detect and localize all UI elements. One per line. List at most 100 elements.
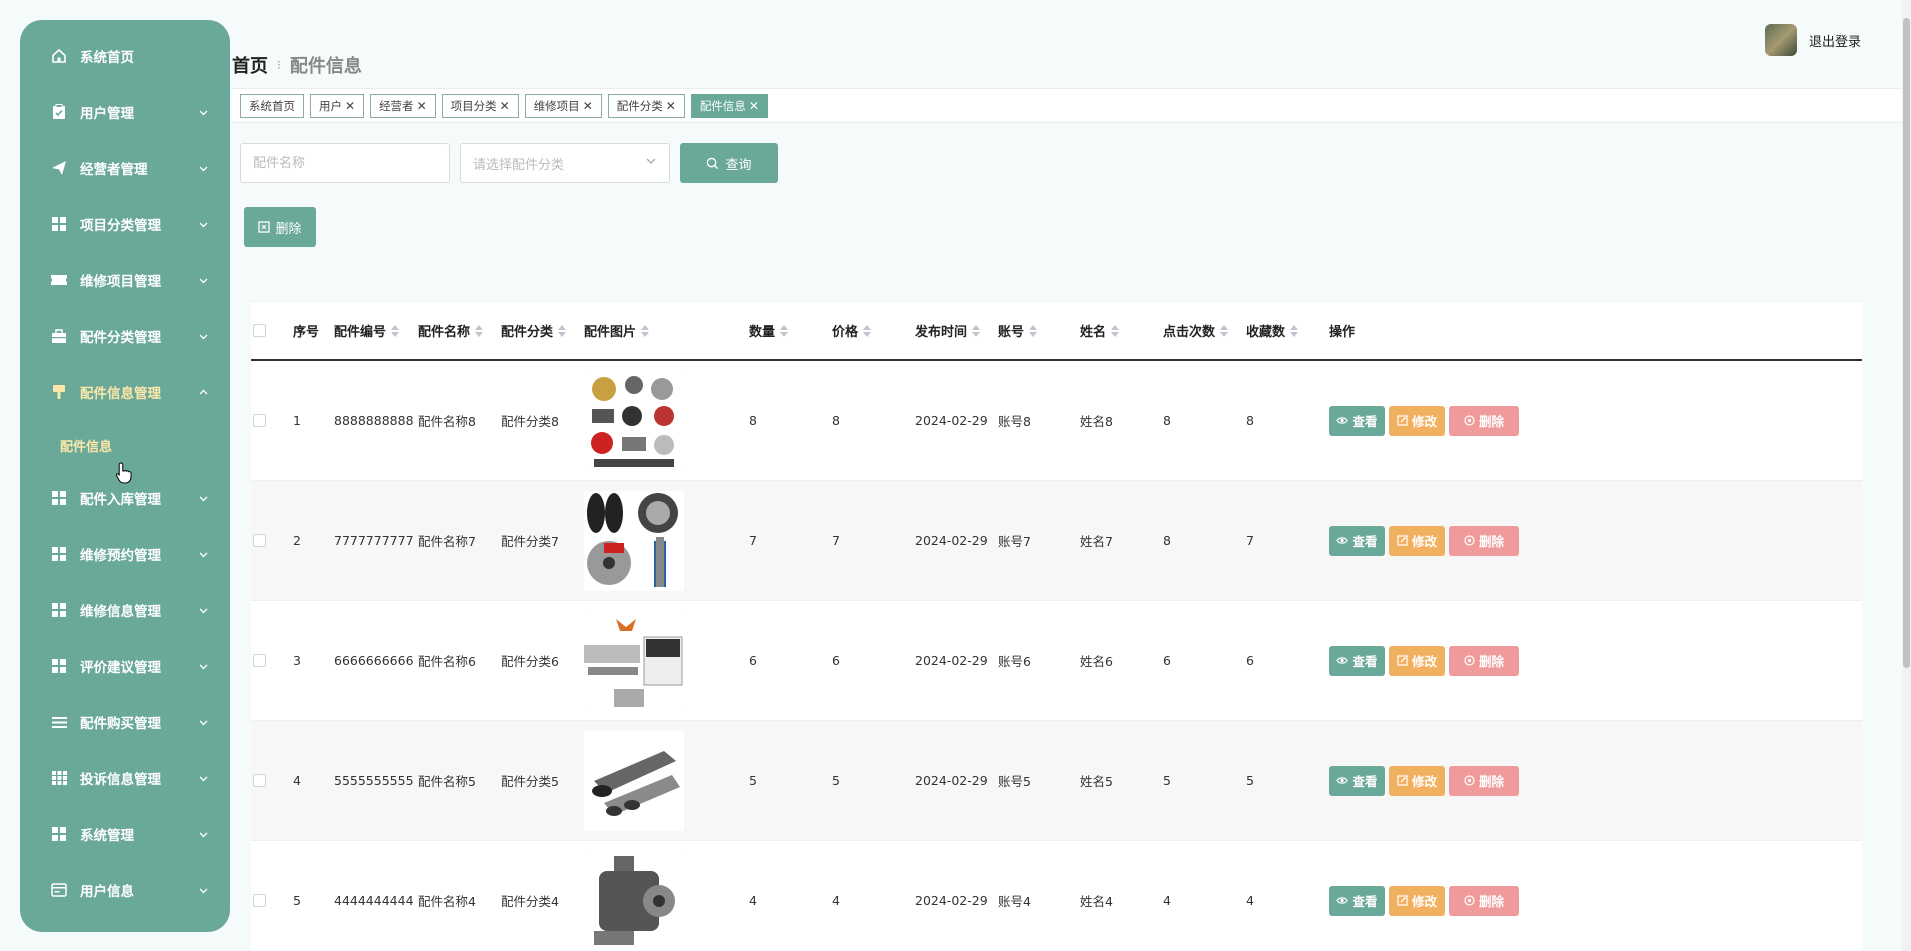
- close-icon[interactable]: ✕: [583, 99, 593, 113]
- sidebar-item-14[interactable]: 用户信息: [20, 862, 230, 918]
- edit-label: 修改: [1411, 894, 1437, 909]
- edit-button[interactable]: 修改: [1389, 525, 1445, 556]
- sidebar-item-10[interactable]: 评价建议管理: [20, 638, 230, 694]
- row-checkbox[interactable]: [253, 534, 266, 547]
- row-checkbox[interactable]: [253, 894, 266, 907]
- chevron-down-icon: [196, 491, 210, 505]
- column-header[interactable]: 数量: [749, 302, 789, 359]
- sort-icon[interactable]: [558, 324, 567, 337]
- close-icon[interactable]: ✕: [500, 99, 510, 113]
- close-icon[interactable]: ✕: [666, 99, 676, 113]
- column-header[interactable]: 配件图片: [584, 302, 650, 359]
- column-header-label: 数量: [749, 325, 776, 340]
- sidebar-item-5[interactable]: 配件分类管理: [20, 308, 230, 364]
- part-image[interactable]: [584, 370, 684, 471]
- column-header[interactable]: 配件编号: [334, 302, 400, 359]
- breadcrumb-home[interactable]: 首页: [232, 52, 268, 78]
- tab-0[interactable]: 系统首页: [240, 93, 304, 118]
- sidebar-item-1[interactable]: 用户管理: [20, 84, 230, 140]
- edit-button[interactable]: 修改: [1389, 405, 1445, 436]
- sidebar-item-0[interactable]: 系统首页: [20, 28, 230, 84]
- sidebar-item-label: 配件入库管理: [80, 492, 161, 508]
- edit-label: 修改: [1411, 774, 1437, 789]
- sidebar-item-6[interactable]: 配件信息管理: [20, 364, 230, 420]
- sort-icon[interactable]: [391, 324, 400, 337]
- sort-icon[interactable]: [972, 324, 981, 337]
- sidebar-item-11[interactable]: 配件购买管理: [20, 694, 230, 750]
- view-button[interactable]: 查看: [1329, 765, 1385, 796]
- sidebar-item-12[interactable]: 投诉信息管理: [20, 750, 230, 806]
- cell-person: 姓名8: [1080, 414, 1113, 429]
- tab-4[interactable]: 维修项目 ✕: [524, 93, 602, 118]
- row-checkbox[interactable]: [253, 414, 266, 427]
- batch-delete-button[interactable]: 删除: [244, 207, 316, 247]
- column-header[interactable]: 账号: [998, 302, 1038, 359]
- query-button[interactable]: 查询: [680, 143, 778, 183]
- view-button[interactable]: 查看: [1329, 885, 1385, 916]
- part-image[interactable]: [584, 730, 684, 831]
- row-checkbox[interactable]: [253, 654, 266, 667]
- part-name-input[interactable]: [240, 143, 450, 183]
- column-header[interactable]: 姓名: [1080, 302, 1120, 359]
- tab-2[interactable]: 经营者 ✕: [370, 93, 436, 118]
- edit-button[interactable]: 修改: [1389, 645, 1445, 676]
- sidebar-item-8[interactable]: 维修预约管理: [20, 526, 230, 582]
- cell-price: 5: [832, 773, 840, 788]
- sidebar-item-9[interactable]: 维修信息管理: [20, 582, 230, 638]
- column-header[interactable]: 收藏数: [1246, 302, 1299, 359]
- avatar[interactable]: [1764, 24, 1797, 56]
- delete-button[interactable]: 删除: [1449, 645, 1519, 676]
- delete-button[interactable]: 删除: [1449, 885, 1519, 916]
- cell-clicks: 6: [1163, 653, 1171, 668]
- part-image[interactable]: [584, 610, 684, 711]
- tab-6[interactable]: 配件信息 ✕: [690, 93, 768, 118]
- hand-cursor-icon: [115, 462, 132, 484]
- category-select[interactable]: 请选择配件分类: [460, 143, 670, 183]
- delete-button[interactable]: 删除: [1449, 765, 1519, 796]
- sort-icon[interactable]: [475, 324, 484, 337]
- column-header[interactable]: 配件分类: [501, 302, 567, 359]
- delete-button[interactable]: 删除: [1449, 405, 1519, 436]
- row-checkbox[interactable]: [253, 774, 266, 787]
- sidebar-item-3[interactable]: 项目分类管理: [20, 196, 230, 252]
- view-button[interactable]: 查看: [1329, 645, 1385, 676]
- column-header-label: 操作: [1329, 325, 1356, 340]
- eye-icon: [1336, 897, 1349, 904]
- sort-icon[interactable]: [780, 324, 789, 337]
- sort-icon[interactable]: [1029, 324, 1038, 337]
- close-icon[interactable]: ✕: [749, 99, 759, 113]
- cell-price: 7: [832, 533, 840, 548]
- sidebar-item-label: 投诉信息管理: [80, 772, 161, 788]
- sort-icon[interactable]: [863, 324, 872, 337]
- view-button[interactable]: 查看: [1329, 525, 1385, 556]
- delete-button[interactable]: 删除: [1449, 525, 1519, 556]
- logout-button[interactable]: 退出登录: [1809, 31, 1861, 50]
- sidebar-item-13[interactable]: 系统管理: [20, 806, 230, 862]
- sort-icon[interactable]: [1290, 324, 1299, 337]
- tab-1[interactable]: 用户 ✕: [310, 93, 365, 118]
- scrollbar-thumb[interactable]: [1903, 18, 1910, 668]
- column-header[interactable]: 发布时间: [915, 302, 981, 359]
- tab-5[interactable]: 配件分类 ✕: [607, 93, 685, 118]
- edit-button[interactable]: 修改: [1389, 765, 1445, 796]
- sort-icon[interactable]: [1220, 324, 1229, 337]
- sort-icon[interactable]: [1111, 324, 1120, 337]
- scrollbar[interactable]: [1902, 0, 1911, 951]
- tab-3[interactable]: 项目分类 ✕: [441, 93, 519, 118]
- part-image[interactable]: [584, 490, 684, 591]
- column-header[interactable]: 配件名称: [418, 302, 484, 359]
- edit-button[interactable]: 修改: [1389, 885, 1445, 916]
- sort-icon[interactable]: [641, 324, 650, 337]
- column-header[interactable]: 价格: [832, 302, 872, 359]
- chevron-down-icon: [645, 155, 657, 171]
- column-header[interactable]: 点击次数: [1163, 302, 1229, 359]
- close-icon[interactable]: ✕: [345, 99, 355, 113]
- select-all-checkbox[interactable]: [253, 324, 266, 337]
- sidebar-item-4[interactable]: 维修项目管理: [20, 252, 230, 308]
- tab-label: 维修项目: [533, 98, 580, 113]
- eye-icon: [1336, 417, 1349, 424]
- sidebar-item-2[interactable]: 经营者管理: [20, 140, 230, 196]
- close-icon[interactable]: ✕: [417, 99, 427, 113]
- part-image[interactable]: [584, 850, 684, 951]
- view-button[interactable]: 查看: [1329, 405, 1385, 436]
